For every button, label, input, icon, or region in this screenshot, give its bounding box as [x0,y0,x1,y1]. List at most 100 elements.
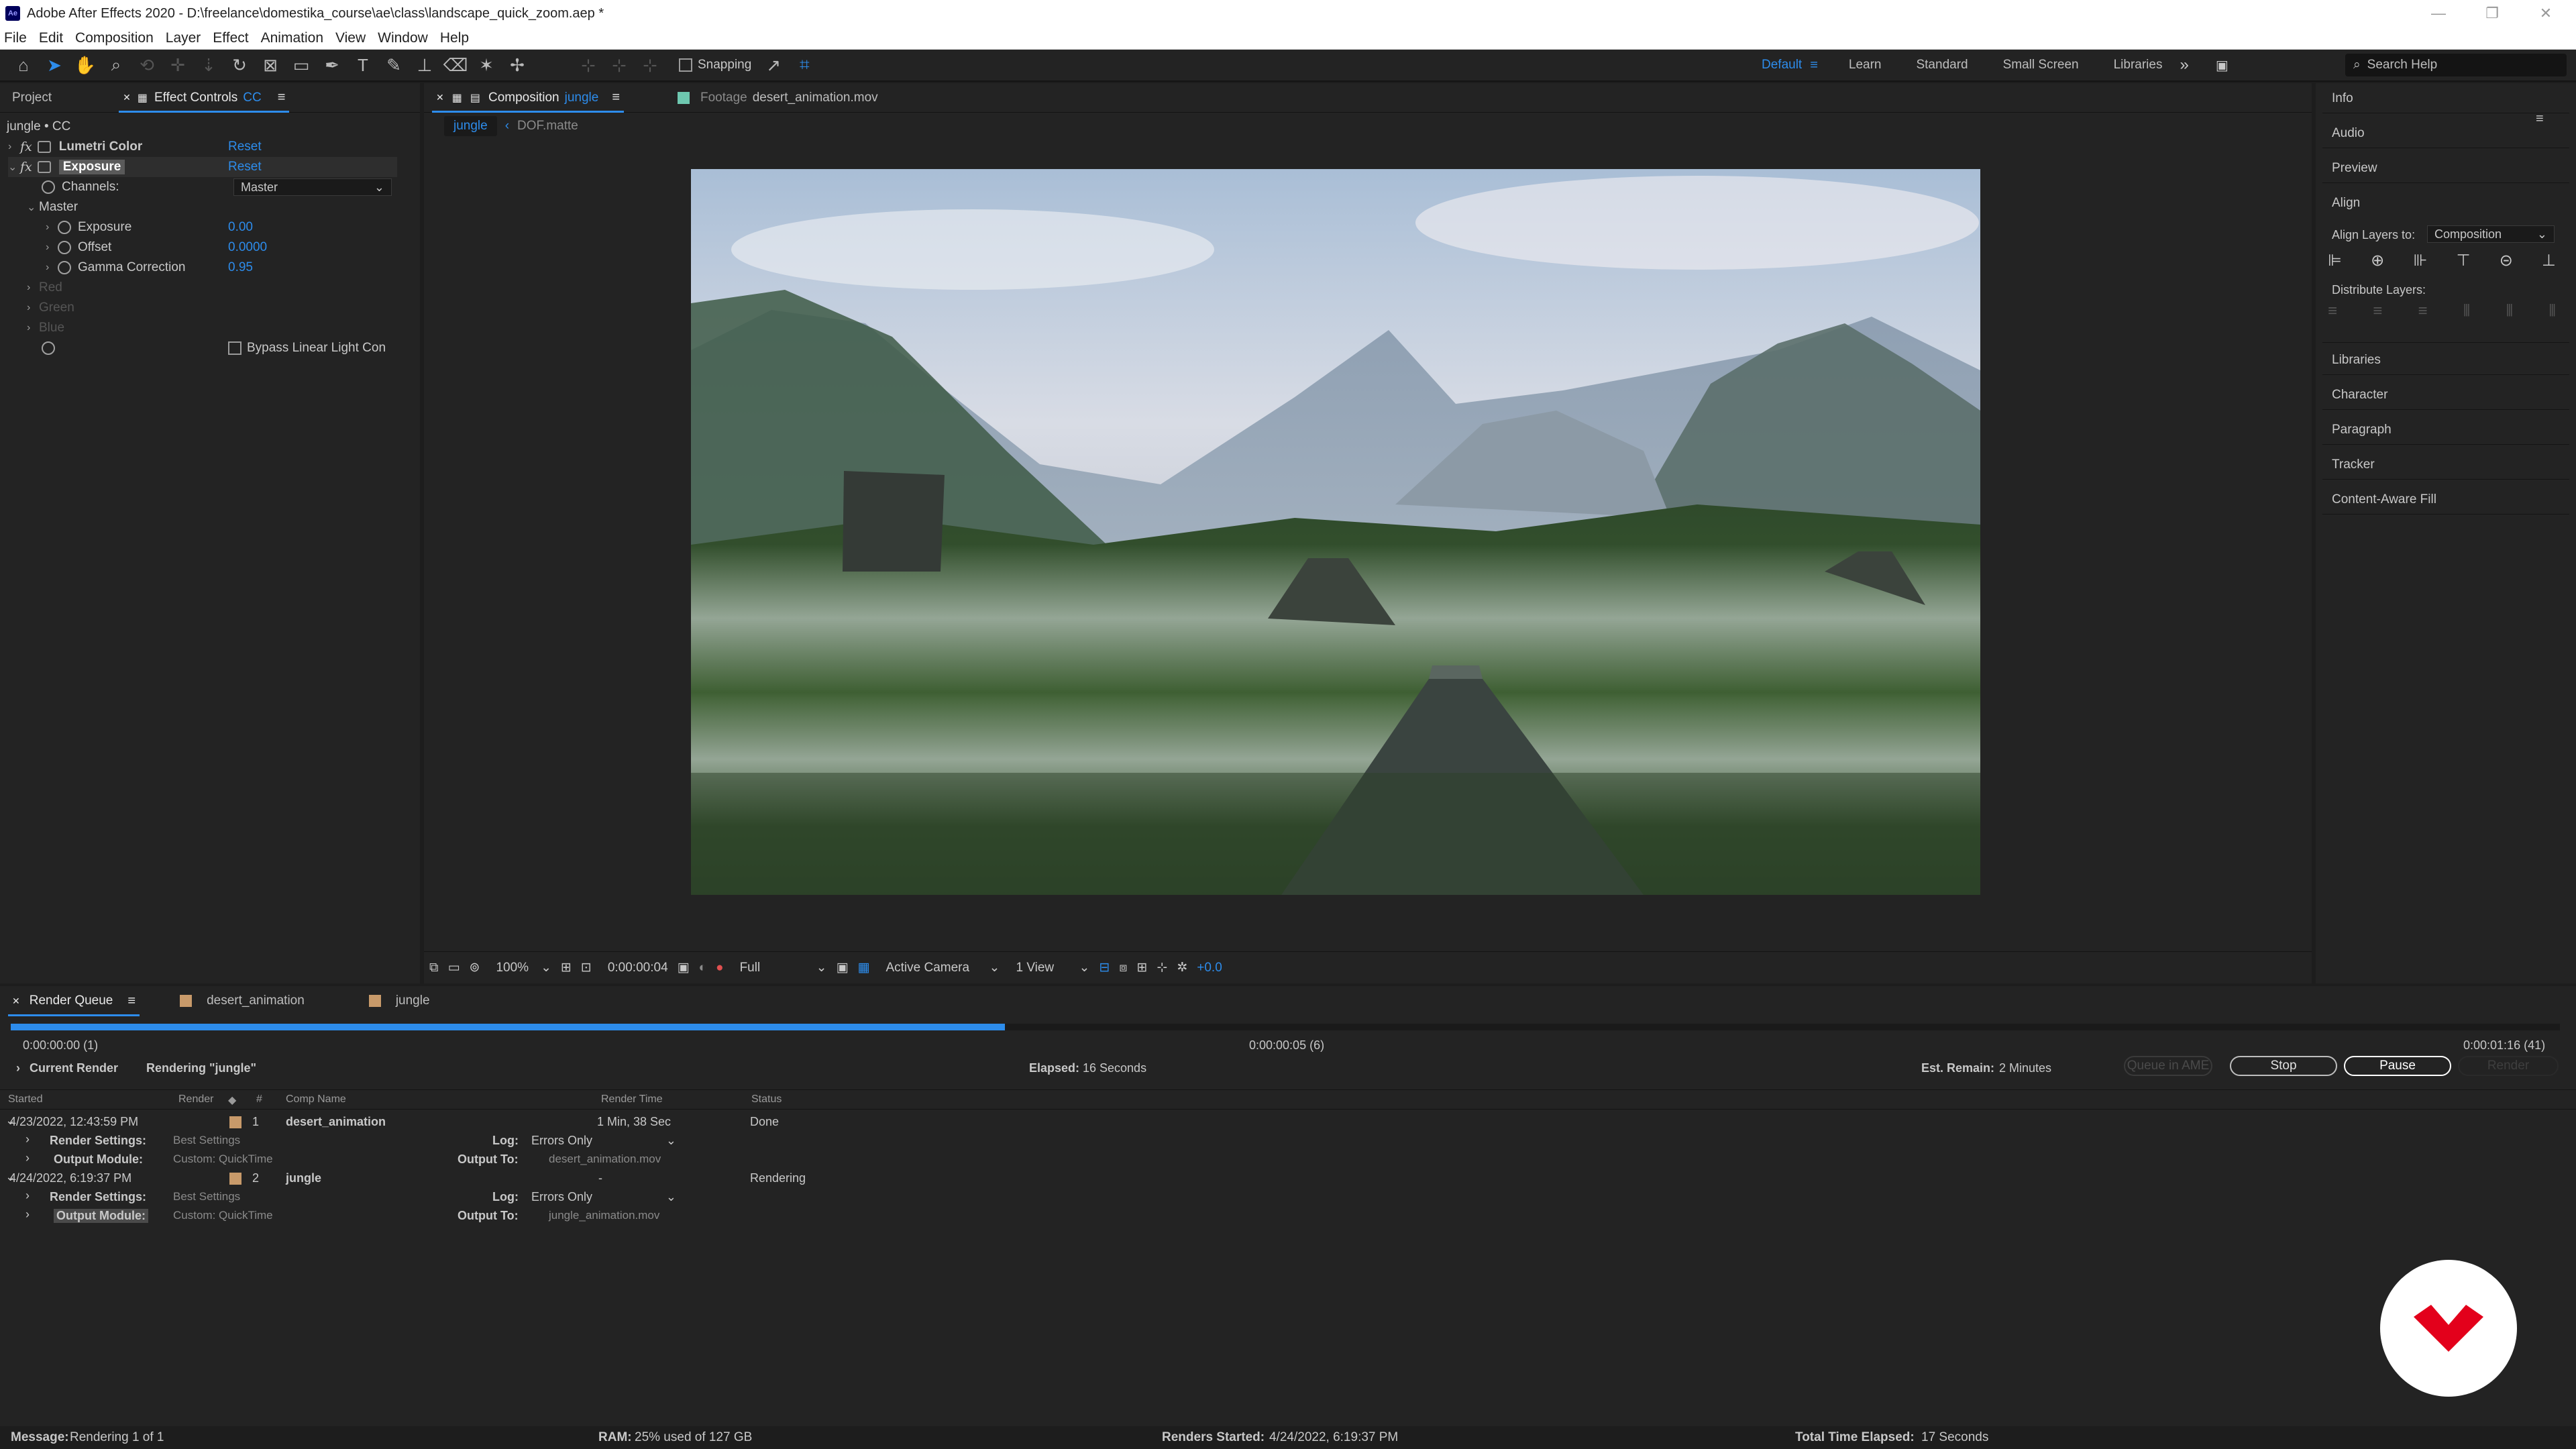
panel-menu-icon[interactable]: ≡ [278,90,286,105]
home-icon[interactable]: ⌂ [8,50,39,80]
snapping-checkbox[interactable] [679,58,692,72]
chevron-right-icon[interactable]: › [25,1189,30,1203]
col-number[interactable]: # [256,1093,262,1106]
channel-icon[interactable]: ● [716,961,723,975]
close-window-icon[interactable]: ✕ [2509,0,2576,27]
comp-label-icon[interactable] [229,1116,241,1128]
transparency-grid-icon[interactable]: ▣ [837,960,849,975]
panel-content-aware-fill[interactable]: Content-Aware Fill [2332,492,2436,507]
panel-preview[interactable]: Preview [2332,161,2377,176]
chevron-down-icon[interactable]: ⌄ [8,160,20,174]
col-started[interactable]: Started [8,1093,43,1106]
render-settings-value[interactable]: Best Settings [173,1134,240,1147]
render-item-row[interactable]: ⌄ 4/23/2022, 12:43:59 PM 1 desert_animat… [0,1114,2576,1132]
stopwatch-icon[interactable] [58,241,71,254]
close-tab-icon[interactable]: ✕ [436,92,444,103]
workspace-learn[interactable]: Learn [1849,58,1882,72]
selection-tool-icon[interactable]: ➤ [39,50,70,80]
show-snapshot-icon[interactable]: ◐ [699,961,706,975]
stopwatch-icon[interactable] [42,180,55,194]
monitor-icon[interactable]: ▭ [448,960,460,975]
distribute-left-icon[interactable]: ⦀ [2463,302,2471,321]
lock-icon[interactable]: ▦ [138,91,148,105]
menu-layer[interactable]: Layer [166,30,201,46]
clone-stamp-tool-icon[interactable]: ⊥ [409,50,440,80]
align-right-icon[interactable]: ⊪ [2413,251,2427,270]
reset-link[interactable]: Reset [228,160,262,174]
render-button[interactable]: Render [2458,1056,2559,1076]
eraser-tool-icon[interactable]: ⌫ [440,50,471,80]
panel-libraries[interactable]: Libraries [2332,353,2381,368]
menu-file[interactable]: File [4,30,27,46]
panel-info[interactable]: Info [2332,91,2353,106]
toggle-pixel-aspect-icon[interactable]: ⊟ [1099,960,1110,975]
current-time[interactable]: 0:00:00:04 [608,961,668,975]
fast-previews-icon[interactable]: ▦ [858,960,870,975]
panel-character[interactable]: Character [2332,388,2387,402]
workspace-libraries[interactable]: Libraries [2114,58,2163,72]
dolly-camera-icon[interactable]: ⇣ [193,50,224,80]
chevron-right-icon[interactable]: › [46,241,58,254]
type-tool-icon[interactable]: T [347,50,378,80]
more-workspaces-icon[interactable]: » [2180,56,2188,74]
world-axis-icon[interactable]: ⊹ [604,50,635,80]
chevron-right-icon[interactable]: › [16,1061,20,1075]
region-of-interest-icon[interactable]: ⊡ [581,960,592,975]
channels-dropdown[interactable]: Master ⌄ [233,178,392,196]
chevron-right-icon[interactable]: › [25,1151,30,1165]
chevron-right-icon[interactable]: › [8,141,20,153]
fx-toggle-icon[interactable]: fx [20,140,32,154]
zoom-dropdown[interactable]: 100% ⌄ [496,960,551,975]
output-to-value[interactable]: jungle_animation.mov [549,1209,659,1222]
exposure-value[interactable]: +0.0 [1197,961,1222,975]
tab-render-queue[interactable]: ✕ Render Queue ≡ [0,986,148,1016]
workspace-small-screen[interactable]: Small Screen [2003,58,2079,72]
close-tab-icon[interactable]: ✕ [12,996,20,1007]
align-horizontal-center-icon[interactable]: ⊕ [2371,251,2384,270]
pan-camera-icon[interactable]: ✛ [162,50,193,80]
menu-effect[interactable]: Effect [213,30,248,46]
bypass-linear-light-toggle[interactable]: Bypass Linear Light Con [228,341,386,356]
snapping-toggle[interactable]: Snapping [679,58,751,72]
pen-tool-icon[interactable]: ✒ [317,50,347,80]
brush-tool-icon[interactable]: ✎ [378,50,409,80]
render-settings-value[interactable]: Best Settings [173,1190,240,1203]
col-render[interactable]: Render [178,1093,213,1106]
workspace-menu-icon[interactable]: ≡ [1810,58,1818,73]
comp-label-icon[interactable] [229,1173,241,1185]
log-dropdown[interactable]: Errors Only ⌄ [525,1132,683,1148]
bypass-checkbox[interactable] [228,341,241,355]
panel-paragraph[interactable]: Paragraph [2332,423,2392,437]
safe-margins-icon[interactable]: ⊞ [561,960,572,975]
breadcrumb-item-dof[interactable]: DOF.matte [517,119,578,133]
chevron-right-icon[interactable]: › [25,1132,30,1146]
local-axis-icon[interactable]: ⊹ [573,50,604,80]
distribute-vcenter-icon[interactable]: ≡ [2373,302,2382,321]
stopwatch-icon[interactable] [58,261,71,274]
chevron-right-icon[interactable]: › [25,1208,30,1222]
tab-project[interactable]: Project [0,83,64,112]
param-value[interactable]: 0.0000 [228,240,267,255]
snapshot-icon[interactable]: ▣ [678,960,690,975]
tab-effect-controls[interactable]: ✕ ▦ Effect Controls CC ≡ [111,83,297,113]
output-to-value[interactable]: desert_animation.mov [549,1152,661,1166]
snap-features-icon[interactable]: ⌗ [789,50,820,80]
workspace-standard[interactable]: Standard [1916,58,1968,72]
lock-icon[interactable]: ▦ [452,91,462,105]
panel-menu-icon[interactable]: ≡ [127,994,136,1009]
menu-view[interactable]: View [335,30,366,46]
label-tag-icon[interactable]: ◆ [228,1093,236,1107]
resolution-dropdown[interactable]: Full ⌄ [740,960,827,975]
stop-button[interactable]: Stop [2230,1056,2337,1076]
orbit-camera-icon[interactable]: ⟲ [131,50,162,80]
snap-edges-icon[interactable]: ↗ [758,50,789,80]
align-vertical-center-icon[interactable]: ⊝ [2500,251,2513,270]
tab-jungle[interactable]: jungle [357,986,442,1016]
distribute-bottom-icon[interactable]: ≡ [2418,302,2428,321]
align-left-icon[interactable]: ⊫ [2328,251,2342,270]
workspace-default[interactable]: Default [1762,58,1802,72]
panel-audio[interactable]: Audio [2332,126,2365,141]
breadcrumb-item-jungle[interactable]: jungle [444,116,497,136]
tab-desert-animation[interactable]: desert_animation [168,986,317,1016]
zoom-tool-icon[interactable]: ⌕ [101,50,131,80]
